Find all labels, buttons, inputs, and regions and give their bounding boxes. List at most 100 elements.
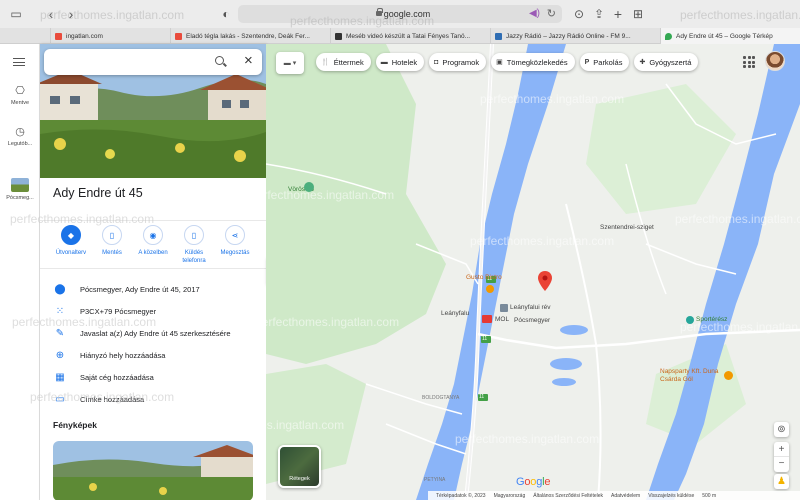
radio-favicon-icon	[495, 32, 502, 40]
address-row[interactable]: ⬤ Pócsmegyer, Ady Endre út 45, 2017	[40, 278, 266, 300]
chip-transit[interactable]: ▣ Tömegközlekedés	[491, 53, 575, 71]
shield-icon[interactable]: ◐	[220, 0, 232, 28]
download-icon[interactable]: ⊙	[572, 0, 586, 28]
plus-code-row[interactable]: ⁙ P3CX+79 Pócsmegyer	[40, 300, 266, 322]
place-actions: ◆ Útvonalterv ▯ Mentés ◉ A közelben ▯ Kü…	[40, 220, 266, 268]
pegman-icon[interactable]: ♟	[774, 474, 789, 489]
chip-pharmacy[interactable]: ✚ Gyógyszertá	[634, 53, 699, 71]
directions-icon: ◆	[61, 225, 81, 245]
leanyfalui-rev-label[interactable]: Leányfalui rév	[510, 304, 550, 311]
chip-programs[interactable]: ◘ Programok	[429, 53, 487, 71]
tab-jazzy-radio[interactable]: Jazzy Rádió – Jazzy Rádió Online - FM 9.…	[490, 28, 660, 44]
napsparty-label[interactable]: Napsparty Kft. Duna Csárda Gól	[660, 368, 730, 384]
mol-label[interactable]: MOL	[495, 316, 509, 323]
scale-bar[interactable]: 500 m	[702, 493, 716, 499]
forward-icon[interactable]: ›	[64, 0, 78, 28]
place-title: Ady Endre út 45	[53, 186, 143, 200]
close-icon[interactable]: ×	[244, 52, 253, 69]
photo-thumbnail[interactable]	[53, 441, 253, 500]
add-business-row[interactable]: ▦ Saját cég hozzáadása	[40, 366, 266, 388]
zoom-controls: + −	[774, 442, 789, 472]
layers-button[interactable]: Rétegek	[278, 445, 321, 488]
action-label: Küldés telefonra	[182, 250, 206, 264]
chip-restaurants[interactable]: 🍴 Éttermek	[316, 53, 371, 71]
add-missing-place-row[interactable]: ⊕ Hiányzó hely hozzáadása	[40, 344, 266, 366]
pocsmegyer-label: Pócsmegyer	[514, 317, 551, 324]
suggest-edit-text: Javaslat a(z) Ady Endre út 45 szerkeszté…	[80, 328, 231, 338]
bookmark-icon: ⎔	[15, 85, 25, 97]
address-bar[interactable]: google.com ◀) ↻	[238, 5, 562, 23]
save-button[interactable]: ▯ Mentés	[90, 225, 134, 257]
apps-grid-icon[interactable]	[743, 56, 755, 68]
map-type-toggle[interactable]: ▬ ▾	[276, 52, 304, 74]
tab-google-maps[interactable]: Ady Endre út 45 – Google Térkép	[660, 28, 800, 44]
label-icon: ▭	[55, 393, 65, 405]
tab-label: Eladó tégla lakás - Szentendre, Deák Fer…	[186, 32, 310, 40]
layers-label: Rétegek	[289, 476, 310, 482]
avatar[interactable]	[765, 51, 785, 71]
rail-saved[interactable]: ⎔ Mentve	[0, 84, 40, 106]
restaurant-icon	[486, 285, 494, 293]
bus-icon: ▣	[496, 59, 503, 66]
search-box[interactable]: ×	[44, 49, 262, 75]
chip-hotels[interactable]: ▬ Hotelek	[375, 53, 425, 71]
add-label-row[interactable]: ▭ Címke hozzáadása	[40, 388, 266, 410]
place-thumbnail	[11, 178, 29, 192]
tab-overview-icon[interactable]: ⊞	[632, 0, 644, 28]
terms-link[interactable]: Általános Szerződési Feltételek	[533, 493, 603, 499]
sidebar-icon[interactable]: ▭	[8, 0, 24, 28]
gusto-bistro-label[interactable]: Gusto Bistro	[466, 274, 502, 281]
place-info-list: ⬤ Pócsmegyer, Ady Endre út 45, 2017 ⁙ P3…	[40, 268, 266, 405]
pharmacy-icon: ✚	[639, 59, 646, 66]
feedback-link[interactable]: Visszajelzés küldése	[648, 493, 694, 499]
map-footer: Térképadatok ©, 2023 Magyarország Általá…	[428, 491, 800, 500]
map-data-credit: Térképadatok ©, 2023	[436, 492, 486, 499]
rail-recent[interactable]: ◷ Legutób...	[0, 125, 40, 147]
country-link[interactable]: Magyarország	[494, 493, 526, 499]
business-icon: ▦	[55, 371, 65, 383]
place-panel: × Ady Endre út 45 ◆ Útvonalterv ▯ Mentés…	[40, 44, 266, 500]
place-pin-icon[interactable]	[538, 271, 552, 291]
route-11-shield: 11	[482, 336, 488, 342]
petyina-label: PETYINA	[424, 477, 446, 483]
chip-label: Programok	[442, 57, 480, 67]
directions-button[interactable]: ◆ Útvonalterv	[49, 225, 93, 257]
address-text: Pócsmegyer, Ady Endre út 45, 2017	[80, 284, 200, 294]
maps-favicon-icon	[665, 32, 672, 40]
sporteresz-label[interactable]: Sportérész	[696, 316, 727, 323]
tab-elado-lakas[interactable]: Eladó tégla lakás - Szentendre, Deák Fer…	[170, 28, 330, 44]
photo-thumbnail-image	[53, 441, 253, 500]
voros-ko-icon	[304, 182, 314, 192]
reload-icon[interactable]: ↻	[547, 7, 556, 20]
speaker-icon[interactable]: ◀)	[529, 8, 540, 19]
zoom-in-button[interactable]: +	[774, 442, 789, 457]
chip-label: Parkolás	[593, 57, 623, 67]
suggest-edit-row[interactable]: ✎ Javaslat a(z) Ady Endre út 45 szerkesz…	[40, 322, 266, 344]
zoom-out-button[interactable]: −	[774, 457, 789, 472]
menu-icon[interactable]	[13, 58, 25, 66]
nearby-button[interactable]: ◉ A közelben	[131, 225, 175, 257]
add-business-text: Saját cég hozzáadása	[80, 372, 154, 382]
camera-icon: ◘	[434, 58, 439, 66]
send-to-phone-button[interactable]: ▯ Küldés telefonra	[172, 225, 216, 265]
map-base	[266, 44, 800, 500]
tab-label: Meséb videó készült a Tatai Fényes Tanö.…	[346, 32, 471, 40]
rail-place[interactable]: Pócsmeg...	[0, 178, 40, 201]
category-chips: 🍴 Éttermek ▬ Hotelek ◘ Programok ▣ Tömeg…	[316, 53, 699, 71]
share-icon[interactable]: ⇪	[592, 0, 606, 28]
tab-meseb-video[interactable]: Meséb videó készült a Tatai Fényes Tanö.…	[330, 28, 490, 44]
action-label: A közelben	[138, 250, 168, 256]
my-location-button[interactable]: ⊚	[774, 422, 789, 437]
rail-recent-label: Legutób...	[7, 141, 33, 147]
back-icon[interactable]: ‹	[44, 0, 58, 28]
chip-parking[interactable]: P Parkolás	[579, 53, 630, 71]
place-photo[interactable]: ×	[40, 44, 266, 178]
tab-ingatlan[interactable]: ingatlan.com	[50, 28, 170, 44]
boldogtanya-label: BOLDOGTANYA	[422, 395, 460, 401]
map-canvas[interactable]: 11 11 11 Vörös-kő Szentendrei-sziget Gus…	[266, 44, 800, 500]
search-icon[interactable]	[215, 56, 224, 65]
privacy-link[interactable]: Adatvédelem	[611, 493, 640, 499]
new-tab-icon[interactable]: +	[612, 0, 624, 28]
photos-heading: Fényképek	[53, 420, 97, 430]
share-button[interactable]: ⋖ Megosztás	[213, 225, 257, 257]
